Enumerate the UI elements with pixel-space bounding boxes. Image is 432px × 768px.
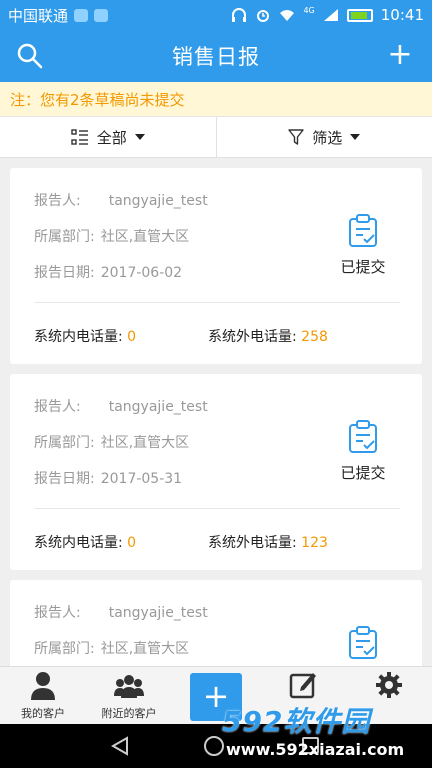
external-calls-label: 系统外电话量: — [208, 535, 297, 551]
gear-icon — [376, 672, 402, 698]
tab-my-customers-label: 我的客户 — [21, 707, 65, 720]
external-calls-label: 系统外电话量: — [208, 329, 297, 345]
department-row: 所属部门: 社区,直管大区 — [34, 638, 189, 658]
external-calls: 系统外电话量: 123 — [208, 532, 328, 552]
internal-calls: 系统内电话量: 0 — [34, 326, 136, 346]
all-dropdown[interactable]: 全部 — [0, 117, 216, 157]
chevron-down-icon — [350, 134, 361, 140]
all-label: 全部 — [96, 128, 127, 147]
status-text: 已提交 — [340, 464, 386, 482]
edit-icon — [289, 673, 316, 699]
report-status: 已提交 — [338, 214, 388, 277]
alarm-icon — [257, 10, 270, 22]
list-icon — [71, 129, 88, 145]
clipboard-check-icon — [349, 626, 377, 659]
tab-settings[interactable] — [346, 671, 432, 703]
tab-my-customers[interactable]: 我的客户 — [0, 671, 86, 721]
filter-bar: 全部 筛选 — [0, 116, 432, 158]
reporter-value: tangyajie_test — [108, 399, 208, 415]
network-type: 4G — [303, 5, 315, 15]
chevron-down-icon — [134, 134, 145, 140]
report-card[interactable]: 报告人: tangyajie_test 所属部门: 社区,直管大区 报告日期: 201… — [10, 168, 422, 364]
tab-nearby-customers-label: 附近的客户 — [101, 707, 157, 720]
status-bar: 中国联通 4G 10:41 — [0, 0, 432, 30]
department-row: 所属部门: 社区,直管大区 — [34, 226, 189, 246]
external-calls-value: 123 — [301, 535, 328, 551]
headphones-icon — [232, 8, 247, 22]
reporter-label: 报告人: — [34, 193, 81, 209]
filter-label: 筛选 — [312, 128, 343, 147]
filter-icon — [288, 128, 304, 145]
internal-calls-value: 0 — [127, 329, 137, 345]
page-title: 销售日报 — [172, 45, 260, 69]
filter-dropdown[interactable]: 筛选 — [215, 117, 432, 157]
internal-calls: 系统内电话量: 0 — [34, 532, 136, 552]
report-status: 已提交 — [338, 420, 388, 483]
clock: 10:41 — [380, 6, 424, 24]
app-bar: 销售日报 + — [0, 30, 432, 82]
department-label: 所属部门: — [34, 435, 95, 451]
reporter-value: tangyajie_test — [108, 605, 208, 621]
message-icon — [94, 8, 109, 22]
watermark: 592软件园 www.592xiazai.com — [222, 700, 432, 768]
carrier-name: 中国联通 — [8, 6, 69, 25]
external-calls-value: 258 — [301, 329, 328, 345]
divider — [34, 302, 400, 303]
date-value: 2017-06-02 — [100, 265, 183, 281]
wifi-icon — [280, 10, 295, 21]
department-value: 社区,直管大区 — [100, 435, 190, 451]
reporter-row: 报告人: tangyajie_test — [34, 602, 208, 622]
carrier-group: 中国联通 — [8, 5, 109, 26]
report-list[interactable]: 报告人: tangyajie_test 所属部门: 社区,直管大区 报告日期: 201… — [10, 168, 422, 666]
department-row: 所属部门: 社区,直管大区 — [34, 432, 189, 452]
department-value: 社区,直管大区 — [100, 641, 190, 657]
external-calls: 系统外电话量: 258 — [208, 326, 328, 346]
search-icon[interactable] — [16, 42, 44, 70]
internal-calls-label: 系统内电话量: — [34, 329, 123, 345]
clipboard-check-icon — [349, 420, 377, 453]
internal-calls-value: 0 — [127, 535, 137, 551]
back-icon[interactable] — [110, 736, 130, 756]
tab-edit[interactable] — [260, 671, 346, 703]
report-card[interactable]: 报告人: tangyajie_test 所属部门: 社区,直管大区 — [10, 580, 422, 666]
department-label: 所属部门: — [34, 229, 95, 245]
divider — [34, 508, 400, 509]
reporter-value: tangyajie_test — [108, 193, 208, 209]
internal-calls-label: 系统内电话量: — [34, 535, 123, 551]
draft-notice[interactable]: 注：您有2条草稿尚未提交 — [0, 82, 432, 116]
reporter-row: 报告人: tangyajie_test — [34, 190, 208, 210]
watermark-logo: 592软件园 — [222, 705, 371, 738]
home-icon[interactable] — [204, 736, 224, 756]
reporter-row: 报告人: tangyajie_test — [34, 396, 208, 416]
clipboard-check-icon — [349, 214, 377, 247]
date-value: 2017-05-31 — [100, 471, 183, 487]
status-text: 已提交 — [340, 258, 386, 276]
report-card[interactable]: 报告人: tangyajie_test 所属部门: 社区,直管大区 报告日期: 201… — [10, 374, 422, 570]
date-row: 报告日期: 2017-05-31 — [34, 468, 182, 488]
watermark-url: www.592xiazai.com — [226, 740, 405, 759]
reporter-label: 报告人: — [34, 399, 81, 415]
date-label: 报告日期: — [34, 265, 95, 281]
add-report-button[interactable]: + — [386, 40, 414, 70]
report-status — [338, 626, 388, 664]
status-icons: 4G 10:41 — [231, 6, 424, 24]
date-row: 报告日期: 2017-06-02 — [34, 262, 182, 282]
cell-signal-icon — [323, 9, 338, 21]
battery-icon — [346, 8, 373, 22]
department-label: 所属部门: — [34, 641, 95, 657]
date-label: 报告日期: — [34, 471, 95, 487]
reporter-label: 报告人: — [34, 605, 81, 621]
department-value: 社区,直管大区 — [100, 229, 190, 245]
group-icon — [114, 675, 144, 698]
tab-nearby-customers[interactable]: 附近的客户 — [86, 671, 172, 721]
wifi-signal-icon — [74, 8, 89, 22]
person-icon — [31, 672, 55, 700]
